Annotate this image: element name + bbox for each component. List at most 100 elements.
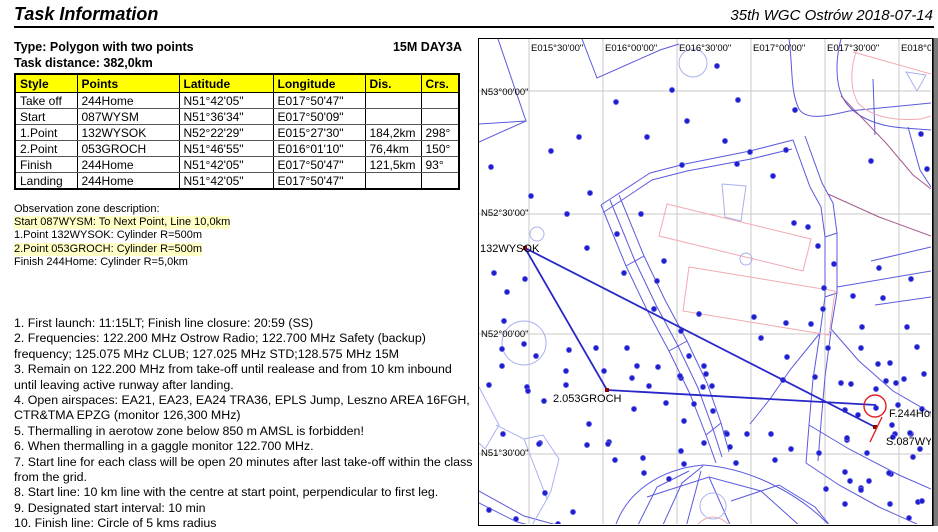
task-sheet: { "page": { "title": "Task Information",… (0, 0, 938, 526)
waypoint-dot (744, 431, 749, 436)
table-cell: Take off (15, 93, 77, 109)
waypoint-dot (563, 382, 568, 387)
waypoint-dot (703, 371, 708, 376)
table-cell: E017°50'47" (273, 93, 365, 109)
waypoint-dot (880, 295, 885, 300)
waypoint-dot (825, 345, 830, 350)
waypoint-dot (542, 490, 547, 495)
waypoint-dot (634, 363, 639, 368)
waypoint-dot (570, 509, 575, 514)
waypoint-dot (887, 501, 892, 506)
table-cell: E017°50'47" (273, 157, 365, 173)
observation-line: 1.Point 132WYSOK: Cylinder R=500m (14, 229, 202, 242)
airspace-boundary (479, 503, 537, 524)
waypoint-dot (906, 515, 911, 520)
table-row: Landing244HomeN51°42'05"E017°50'47" (15, 173, 459, 190)
airspace-boundary (722, 184, 746, 221)
airspace-boundary (669, 341, 687, 351)
column-header: Crs. (421, 74, 459, 93)
waypoint-dot (624, 345, 629, 350)
waypoint-table: StylePointsLatitudeLongitudeDis.Crs. Tak… (14, 73, 460, 190)
waypoint-dot (791, 220, 796, 225)
waypoint-dot (621, 270, 626, 275)
waypoint-dot (816, 450, 821, 455)
map-waypoint-label: F.244Home (889, 408, 931, 420)
airspace-boundary (615, 465, 831, 524)
table-row: Start087WYSMN51°36'34"E017°50'09" (15, 109, 459, 125)
waypoint-dot (522, 276, 527, 281)
table-cell: Start (15, 109, 77, 125)
waypoint-dot (724, 431, 729, 436)
waypoint-dot (733, 460, 738, 465)
table-cell: 244Home (77, 93, 179, 109)
airspace-boundary (828, 194, 931, 236)
waypoint-dot (727, 444, 732, 449)
instruction-line: 2. Frequencies: 122.200 MHz Ostrow Radio… (14, 331, 476, 362)
waypoint-dot (924, 166, 929, 171)
waypoint-dot (823, 486, 828, 491)
airspace-boundary (479, 387, 499, 449)
waypoint-dot (772, 457, 777, 462)
waypoint-dot (654, 278, 659, 283)
table-cell: Finish (15, 157, 77, 173)
waypoint-dot (910, 454, 915, 459)
instruction-line: 8. Start line: 10 km line with the centr… (14, 485, 476, 500)
table-cell (365, 173, 421, 190)
waypoint-dot (893, 380, 898, 385)
airspace-boundary (805, 136, 837, 329)
waypoint-dot (709, 383, 714, 388)
airspace-boundary (825, 293, 837, 297)
longitude-label: E016°00'00" (605, 43, 657, 54)
waypoint-dot (584, 442, 589, 447)
task-type-label: Type: Polygon with two points (14, 40, 194, 54)
waypoint-dot (783, 320, 788, 325)
waypoint-dot (768, 431, 773, 436)
waypoint-dot (488, 164, 493, 169)
airspace-boundary (831, 329, 931, 413)
waypoint-dot (584, 245, 589, 250)
waypoint-dot (679, 162, 684, 167)
instructions-section: 1. First launch: 11:15LT; Finish line cl… (14, 316, 476, 532)
column-header: Dis. (365, 74, 421, 93)
waypoint-dot (605, 441, 610, 446)
observation-line: Start 087WYSM: To Next Point, Line 10,0k… (14, 216, 230, 229)
waypoint-dot (586, 421, 591, 426)
waypoint-dot (563, 368, 568, 373)
airspace-boundary (479, 491, 564, 524)
waypoint-dot (792, 107, 797, 112)
longitude-label: E016°30'00" (679, 43, 731, 54)
table-cell: E017°50'09" (273, 109, 365, 125)
waypoint-dot (866, 478, 871, 483)
waypoint-dot (921, 371, 926, 376)
waypoint-dot (548, 148, 553, 153)
waypoint-dot (859, 324, 864, 329)
waypoint-dot (686, 353, 691, 358)
waypoint-dot (875, 361, 880, 366)
waypoint-dot (641, 470, 646, 475)
waypoint-dot (701, 363, 706, 368)
table-cell: 1.Point (15, 125, 77, 141)
airspace-boundary (873, 79, 875, 135)
observation-line: 2.Point 053GROCH: Cylinder R=500m (14, 243, 202, 256)
observation-title: Observation zone description: (14, 203, 160, 216)
observation-section: Observation zone description: Start 087W… (14, 203, 230, 269)
instruction-line: 5. Thermalling in aerotow zone below 850… (14, 424, 476, 439)
airspace-boundary (793, 140, 825, 333)
waypoint-dot (887, 360, 892, 365)
waypoint-dot (842, 469, 847, 474)
table-cell: 121,5km (365, 157, 421, 173)
waypoint-dot (491, 270, 496, 275)
class-day-label: 15M DAY3A (300, 40, 462, 54)
waypoint-dot (908, 276, 913, 281)
table-cell: 150° (421, 141, 459, 157)
waypoint-dot (601, 368, 606, 373)
waypoint-dot (873, 405, 878, 410)
observation-line: Finish 244Home: Cylinder R=5,0km (14, 256, 188, 269)
table-cell: 298° (421, 125, 459, 141)
waypoint-dot (758, 335, 763, 340)
waypoint-dot (513, 516, 518, 521)
waypoint-dot (564, 211, 569, 216)
column-header: Style (15, 74, 77, 93)
waypoint-dot (876, 265, 881, 270)
table-cell: 184,2km (365, 125, 421, 141)
